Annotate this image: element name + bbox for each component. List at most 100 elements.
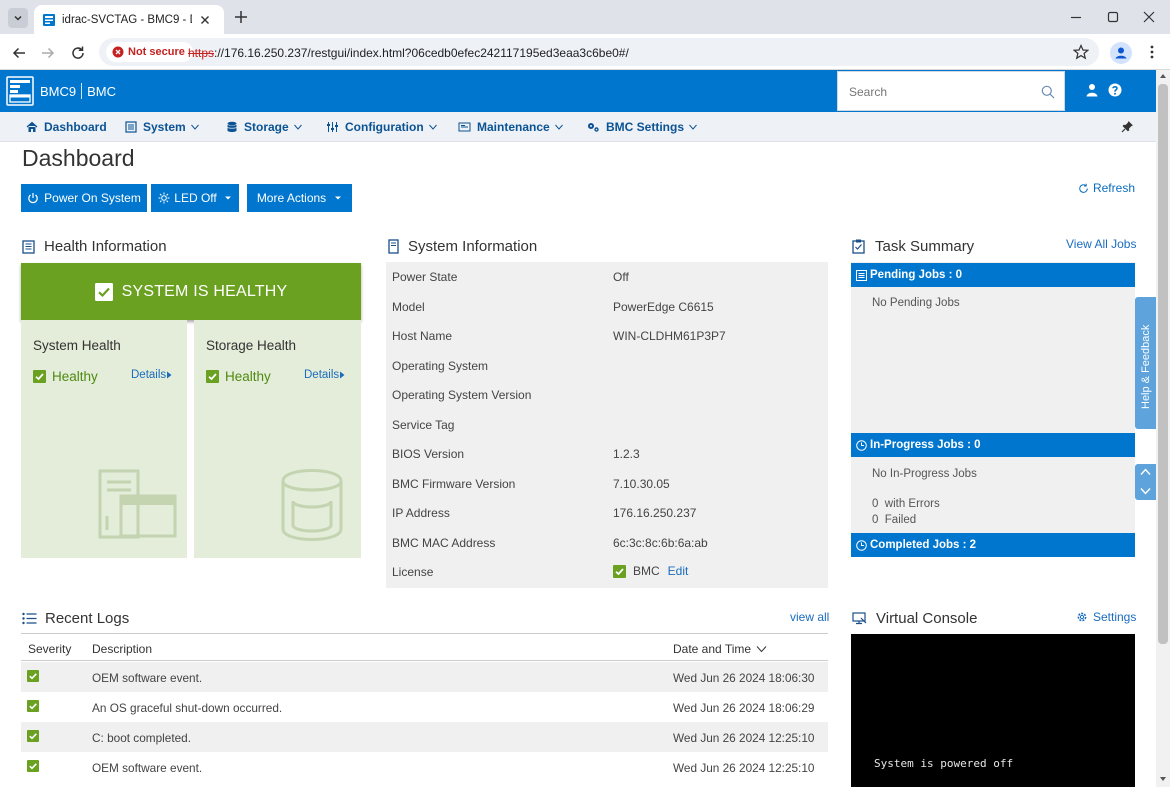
details-label: Details (304, 369, 340, 381)
help-feedback-label: Help & Feedback (1140, 324, 1152, 409)
page-scrollbar[interactable] (1156, 70, 1170, 787)
completed-failed-text: 0 Failed (872, 514, 917, 526)
tab-title: idrac-SVCTAG - BMC9 - Dashboard (62, 13, 192, 26)
server-tower-icon (388, 239, 399, 254)
scrollbar-thumb[interactable] (1158, 84, 1168, 644)
storage-health-details-link[interactable]: Details (304, 369, 345, 381)
view-all-jobs-link[interactable]: View All Jobs (1066, 237, 1136, 251)
reload-icon[interactable] (70, 45, 86, 61)
security-chip[interactable]: Not secure (106, 42, 193, 62)
system-health-details-link[interactable]: Details (131, 369, 172, 381)
nav-label: Storage (244, 120, 289, 134)
search-icon[interactable] (1041, 85, 1055, 99)
sysinfo-row: Model PowerEdge C6615 (386, 292, 828, 321)
sysinfo-key: BIOS Version (392, 447, 465, 461)
chevron-up-icon[interactable] (1139, 467, 1152, 477)
refresh-link[interactable]: Refresh (1078, 181, 1135, 195)
scroll-top-control[interactable] (1135, 464, 1156, 500)
help-feedback-tab[interactable]: Help & Feedback (1135, 297, 1156, 429)
health-title: Health Information (44, 238, 167, 255)
pending-jobs-bar[interactable]: Pending Jobs : 0 (851, 263, 1135, 287)
sysinfo-row: Operating System Version (386, 380, 828, 409)
browser-tab-strip: idrac-SVCTAG - BMC9 - Dashboard (0, 0, 1170, 34)
nav-configuration[interactable]: Configuration (326, 120, 438, 134)
nav-system[interactable]: System (125, 120, 200, 134)
nav-dashboard[interactable]: Dashboard (26, 120, 107, 134)
sysinfo-key: Service Tag (392, 417, 455, 432)
browser-menu-icon[interactable] (1144, 44, 1160, 60)
log-row[interactable]: C: boot completed. Wed Jun 26 2024 12:25… (21, 722, 828, 752)
severity-column-header[interactable]: Severity (28, 642, 71, 656)
console-settings-link[interactable]: Settings (1076, 610, 1136, 624)
chevron-down-icon (190, 124, 199, 130)
caret-right-icon (167, 371, 172, 379)
user-icon[interactable] (1085, 83, 1099, 97)
power-icon (28, 193, 38, 204)
chevron-down-icon[interactable] (1139, 486, 1152, 496)
sysinfo-key: BMC Firmware Version (392, 476, 516, 491)
description-column-header[interactable]: Description (92, 642, 152, 656)
datetime-column-header[interactable]: Date and Time (673, 642, 767, 656)
more-actions-button[interactable]: More Actions (247, 184, 352, 212)
main-nav: Dashboard System Storage Configuration M… (0, 112, 1156, 142)
chevron-down-icon (428, 124, 437, 130)
app-header: BMC9 BMC (0, 70, 1156, 112)
virtual-console-preview[interactable]: System is powered off (851, 634, 1135, 787)
minimize-icon[interactable] (1068, 9, 1084, 25)
url-text[interactable]: https://176.16.250.237/restgui/index.htm… (188, 46, 629, 60)
completed-errors-text: 0 with Errors (872, 498, 940, 510)
in-progress-jobs-bar[interactable]: In-Progress Jobs : 0 (851, 433, 1135, 457)
nav-label: Maintenance (477, 120, 550, 134)
pin-icon[interactable] (1121, 120, 1134, 133)
sysinfo-row: BMC MAC Address 6c:3c:8c:6b:6a:ab (386, 528, 828, 557)
warning-icon (112, 46, 124, 58)
close-tab-icon[interactable] (200, 15, 210, 25)
bookmark-star-icon[interactable] (1073, 44, 1089, 60)
check-box-icon (206, 370, 219, 383)
maximize-icon[interactable] (1105, 9, 1121, 25)
search-input[interactable] (849, 85, 1029, 99)
task-summary-title: Task Summary (875, 238, 975, 255)
sliders-icon (327, 122, 338, 132)
power-on-button[interactable]: Power On System (21, 184, 147, 212)
monitor-icon (458, 122, 471, 132)
close-window-icon[interactable] (1141, 9, 1157, 25)
page-title: Dashboard (22, 145, 135, 171)
back-arrow-icon[interactable] (11, 45, 27, 61)
log-datetime: Wed Jun 26 2024 18:06:29 (673, 701, 815, 715)
forward-arrow-icon[interactable] (40, 45, 56, 61)
nav-bmc-settings[interactable]: BMC Settings (587, 120, 698, 134)
system-info-title: System Information (408, 238, 538, 255)
system-healthy-banner: SYSTEM IS HEALTHY (21, 263, 361, 320)
new-tab-icon[interactable] (232, 8, 250, 26)
storage-health-status: Healthy (206, 369, 271, 384)
refresh-icon (1079, 183, 1088, 193)
nav-maintenance[interactable]: Maintenance (458, 120, 564, 134)
view-all-logs-link[interactable]: view all (790, 610, 829, 624)
nav-storage[interactable]: Storage (226, 120, 303, 134)
completed-jobs-bar[interactable]: Completed Jobs : 2 (851, 533, 1135, 557)
scroll-down-icon[interactable] (1159, 776, 1167, 782)
logs-header-row: Severity Description Date and Time (21, 633, 828, 661)
brand[interactable]: BMC9 BMC (6, 76, 116, 106)
health-header: Health Information (22, 238, 167, 255)
clipboard-check-icon (852, 239, 865, 254)
chevron-down-icon (14, 15, 22, 21)
check-box-icon (33, 370, 46, 383)
profile-avatar[interactable] (1110, 42, 1132, 64)
in-progress-jobs-text: No In-Progress Jobs (872, 468, 977, 480)
pending-jobs-text: No Pending Jobs (872, 297, 960, 309)
log-row[interactable]: An OS graceful shut-down occurred. Wed J… (21, 692, 828, 722)
help-icon[interactable] (1108, 83, 1122, 97)
log-row[interactable]: OEM software event. Wed Jun 26 2024 12:2… (21, 752, 828, 782)
refresh-label: Refresh (1092, 181, 1135, 195)
log-description: An OS graceful shut-down occurred. (92, 701, 283, 715)
browser-tab-active[interactable]: idrac-SVCTAG - BMC9 - Dashboard (34, 5, 224, 34)
log-row[interactable]: OEM software event. Wed Jun 26 2024 18:0… (21, 662, 828, 692)
tab-search-button[interactable] (8, 8, 28, 28)
url-protocol: https (188, 46, 215, 60)
led-button[interactable]: LED Off (151, 184, 239, 212)
scroll-up-icon[interactable] (1159, 73, 1167, 79)
check-box-icon (94, 282, 113, 301)
license-edit-link[interactable]: Edit (668, 564, 689, 578)
